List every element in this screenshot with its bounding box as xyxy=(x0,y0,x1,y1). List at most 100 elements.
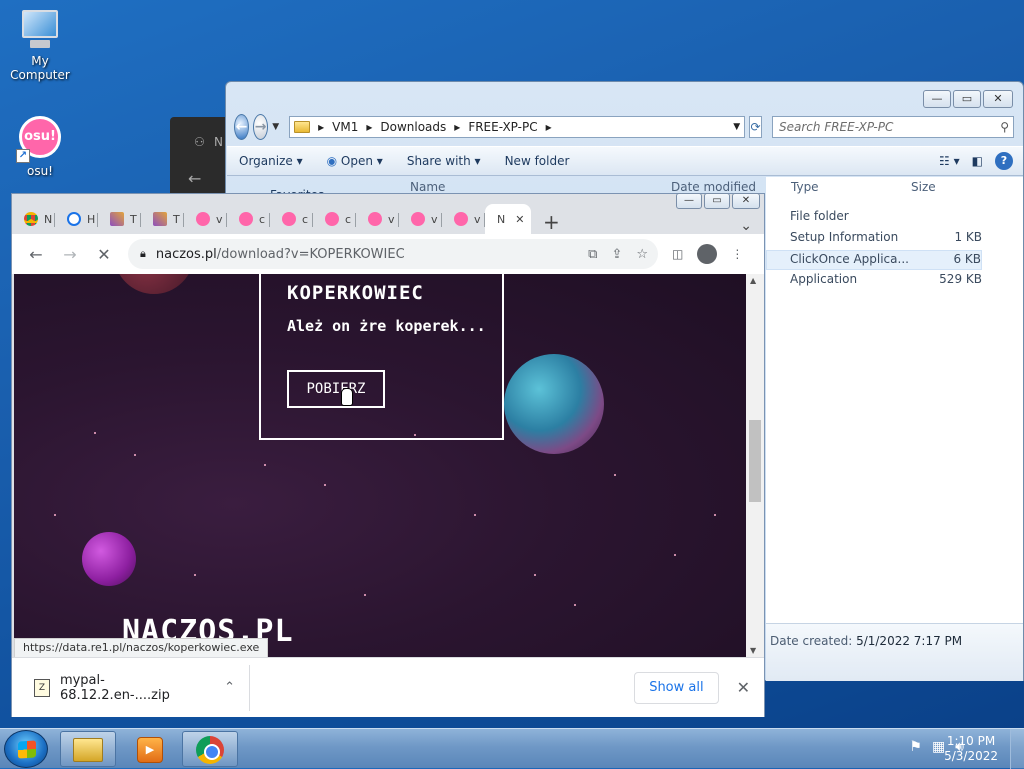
browser-tab[interactable]: v xyxy=(356,204,399,234)
bookmark-star-icon[interactable]: ☆ xyxy=(636,247,648,262)
tab-title: c xyxy=(259,212,266,226)
tab-title: T xyxy=(173,212,180,226)
desktop-icon-osu[interactable]: osu! ↗ osu! xyxy=(0,116,80,178)
breadcrumb-separator-icon[interactable]: ▸ xyxy=(318,120,324,134)
maximize-button[interactable]: ▭ xyxy=(953,90,981,108)
browser-tab[interactable]: N xyxy=(12,204,55,234)
chrome-icon xyxy=(196,736,224,764)
scrollbar[interactable]: ▲ ▼ xyxy=(746,274,764,657)
folder-icon xyxy=(294,121,311,133)
taskbar: ▶ ⚑ ▦ 🔊︎ 1:10 PM 5/3/2022 xyxy=(0,728,1024,769)
column-header-date[interactable]: Date modified xyxy=(671,180,756,194)
back-arrow-icon[interactable]: ← xyxy=(26,245,46,264)
view-options-icon[interactable]: ☷ ▾ xyxy=(939,154,960,168)
file-row[interactable]: File folder xyxy=(766,209,982,229)
tab-active[interactable]: N ✕ xyxy=(485,204,531,234)
tab-title: T xyxy=(130,212,137,226)
tab-search-chevron-icon[interactable]: ⌄ xyxy=(740,218,752,234)
action-center-flag-icon[interactable]: ⚑ xyxy=(909,739,922,755)
column-header-name[interactable]: Name xyxy=(410,180,445,194)
preview-pane-icon[interactable]: ◧ xyxy=(972,154,983,168)
file-row-selected[interactable]: ClickOnce Applica... 6 KB xyxy=(766,250,982,270)
menu-kebab-icon[interactable]: ⋮ xyxy=(731,247,743,261)
osu-icon: osu! ↗ xyxy=(16,116,61,163)
desktop-icon-label: My Computer xyxy=(10,54,70,82)
browser-tab[interactable]: H xyxy=(55,204,98,234)
forward-button[interactable]: → xyxy=(253,114,269,140)
desktop-icon-my-computer[interactable]: My Computer xyxy=(0,10,80,82)
tab-close-icon[interactable]: ✕ xyxy=(515,213,524,226)
browser-tab[interactable]: T xyxy=(141,204,184,234)
start-button[interactable] xyxy=(4,730,48,768)
address-bar[interactable]: ▸ VM1 ▸ Downloads ▸ FREE-XP-PC ▸ ▼ xyxy=(289,116,746,138)
file-row[interactable]: Setup Information 1 KB xyxy=(766,230,982,250)
taskbar-chrome[interactable] xyxy=(182,731,238,767)
recent-pages-chevron-icon[interactable]: ▼ xyxy=(272,122,279,132)
organize-menu[interactable]: Organize ▾ xyxy=(227,154,315,168)
breadcrumb-free-xp-pc[interactable]: FREE-XP-PC xyxy=(468,120,537,134)
column-header-size[interactable]: Size xyxy=(911,180,936,194)
tab-title: H xyxy=(87,212,96,226)
hand-cursor-icon xyxy=(341,388,353,406)
tab-strip: N H T Tv c c c v v v N ✕ + ⌄ xyxy=(12,200,764,234)
browser-tab[interactable]: c xyxy=(270,204,313,234)
breadcrumb-separator-icon[interactable]: ▸ xyxy=(366,120,372,134)
browser-tab[interactable]: c xyxy=(227,204,270,234)
browser-tab[interactable]: c xyxy=(313,204,356,234)
taskbar-media-player[interactable]: ▶ xyxy=(122,731,178,767)
close-icon[interactable]: ✕ xyxy=(737,678,750,697)
tab-favicon-icon xyxy=(454,212,468,226)
minimize-button[interactable]: — xyxy=(923,90,951,108)
share-with-menu[interactable]: Share with ▾ xyxy=(395,154,493,168)
share-icon[interactable]: ⇪ xyxy=(611,247,622,262)
zip-file-icon: Z xyxy=(34,678,50,697)
breadcrumb-vm1[interactable]: VM1 xyxy=(332,120,358,134)
browser-tab[interactable]: v xyxy=(184,204,227,234)
breadcrumb-downloads[interactable]: Downloads xyxy=(380,120,446,134)
url-path: /download?v=KOPERKOWIEC xyxy=(216,246,405,262)
browser-tab[interactable]: T xyxy=(98,204,141,234)
chevron-up-icon[interactable]: ⌃ xyxy=(224,680,235,695)
new-tab-button[interactable]: + xyxy=(543,210,560,234)
translate-icon[interactable]: ⧉ xyxy=(588,247,597,262)
url-host: naczos.pl xyxy=(155,246,217,262)
planet-illustration xyxy=(82,532,136,586)
address-dropdown-icon[interactable]: ▼ xyxy=(733,122,740,132)
card-text: Ależ on żre koperek... xyxy=(287,317,486,335)
breadcrumb-separator-icon[interactable]: ▸ xyxy=(454,120,460,134)
profile-avatar[interactable] xyxy=(697,244,718,264)
close-button[interactable]: ✕ xyxy=(983,90,1013,108)
show-desktop-button[interactable] xyxy=(1010,729,1024,769)
planet-illustration xyxy=(114,274,194,294)
download-button[interactable]: POBIERZ xyxy=(287,370,385,408)
download-item[interactable]: Z mypal-68.12.2.en-....zip ⌃ xyxy=(12,664,250,711)
new-folder-button[interactable]: New folder xyxy=(493,154,582,168)
tab-favicon-icon xyxy=(24,212,38,226)
taskbar-explorer[interactable] xyxy=(60,731,116,767)
side-panel-icon[interactable]: ◫ xyxy=(672,247,683,261)
details-value: 5/1/2022 7:17 PM xyxy=(856,634,963,648)
column-header-type[interactable]: Type xyxy=(791,180,819,194)
lock-icon: 🔒︎ xyxy=(140,247,146,260)
browser-tab[interactable]: v xyxy=(399,204,442,234)
forward-arrow-icon[interactable]: → xyxy=(60,245,80,264)
tab-favicon-icon xyxy=(411,212,425,226)
clock[interactable]: 1:10 PM 5/3/2022 xyxy=(944,734,998,764)
stop-loading-icon[interactable]: ✕ xyxy=(94,245,114,264)
breadcrumb-separator-icon[interactable]: ▸ xyxy=(546,120,552,134)
search-icon: ⚲ xyxy=(1000,120,1010,134)
refresh-button[interactable]: ⟳ xyxy=(749,116,763,138)
back-button[interactable]: ← xyxy=(234,114,250,140)
file-row[interactable]: Application 529 KB xyxy=(766,272,982,292)
tab-title: v xyxy=(431,212,438,226)
window-controls: — ▭ ✕ xyxy=(923,90,1013,108)
help-icon[interactable]: ? xyxy=(995,152,1013,170)
browser-tab[interactable]: v xyxy=(442,204,485,234)
show-all-button[interactable]: Show all xyxy=(634,671,719,704)
address-bar[interactable]: 🔒︎ naczos.pl/download?v=KOPERKOWIEC ⧉ ⇪ … xyxy=(128,239,658,269)
scrollbar-thumb[interactable] xyxy=(749,420,761,502)
tab-title: c xyxy=(345,212,352,226)
command-bar: Organize ▾ ◉ Open ▾ Share with ▾ New fol… xyxy=(227,146,1023,176)
open-menu[interactable]: ◉ Open ▾ xyxy=(315,154,395,168)
search-input[interactable]: Search FREE-XP-PC ⚲ xyxy=(772,116,1015,138)
